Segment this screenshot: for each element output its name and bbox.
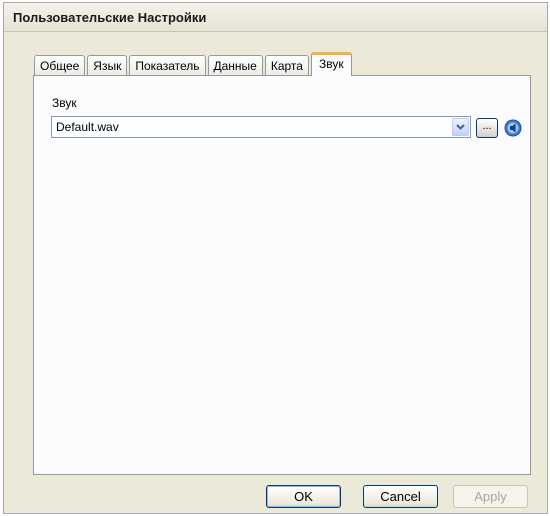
tab-language[interactable]: Язык: [87, 55, 128, 75]
cancel-button[interactable]: Cancel: [363, 485, 438, 508]
chevron-down-icon: [456, 124, 465, 130]
settings-dialog: Пользовательские Настройки Общее Язык По…: [3, 2, 548, 514]
sound-file-value: Default.wav: [56, 120, 119, 134]
tab-data[interactable]: Данные: [207, 55, 263, 75]
dropdown-arrow-button[interactable]: [452, 118, 469, 136]
tab-indicator[interactable]: Показатель: [129, 55, 206, 75]
browse-button[interactable]: ...: [476, 118, 498, 138]
title-bar[interactable]: Пользовательские Настройки: [4, 3, 547, 32]
ok-button[interactable]: OK: [266, 485, 341, 508]
tab-sound[interactable]: Звук: [310, 52, 352, 76]
sound-tab-panel: Звук Default.wav ...: [33, 75, 531, 475]
sound-file-dropdown[interactable]: Default.wav: [51, 116, 471, 138]
tab-strip: Общее Язык Показатель Данные Карта Звук: [34, 51, 354, 76]
dialog-title: Пользовательские Настройки: [13, 10, 207, 25]
sound-label: Звук: [52, 96, 77, 110]
tab-map[interactable]: Карта: [264, 55, 309, 75]
apply-button[interactable]: Apply: [453, 485, 528, 508]
play-sound-icon[interactable]: [504, 119, 522, 137]
tab-general[interactable]: Общее: [34, 55, 86, 75]
